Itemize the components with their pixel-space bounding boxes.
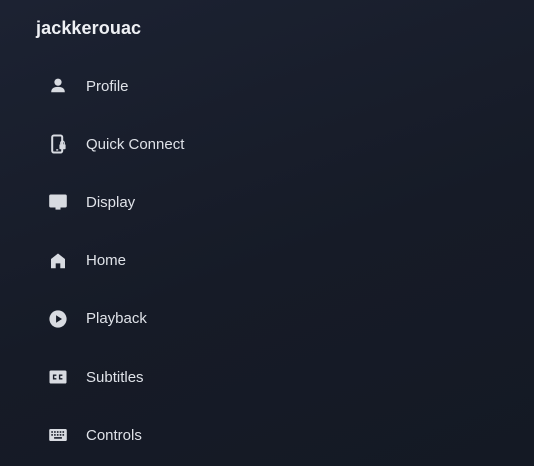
user-name: jackkerouac bbox=[36, 18, 142, 38]
menu-item-label: Quick Connect bbox=[86, 135, 185, 153]
menu-item-display[interactable]: Display bbox=[0, 173, 534, 231]
settings-menu: Profile Quick Connect Display Home Playb… bbox=[0, 57, 534, 464]
closed-caption-icon bbox=[48, 367, 68, 387]
menu-item-controls[interactable]: Controls bbox=[0, 406, 534, 464]
play-circle-icon bbox=[48, 309, 68, 329]
menu-item-home[interactable]: Home bbox=[0, 232, 534, 290]
menu-item-quick-connect[interactable]: Quick Connect bbox=[0, 115, 534, 173]
menu-item-label: Playback bbox=[86, 310, 147, 328]
settings-panel: jackkerouac Profile Quick Connect Displa… bbox=[0, 0, 534, 466]
keyboard-icon bbox=[48, 425, 68, 445]
menu-item-subtitles[interactable]: Subtitles bbox=[0, 348, 534, 406]
menu-item-label: Home bbox=[86, 252, 127, 270]
person-icon bbox=[48, 76, 68, 96]
menu-item-label: Subtitles bbox=[86, 368, 144, 386]
menu-item-label: Profile bbox=[86, 77, 129, 95]
home-icon bbox=[48, 251, 68, 271]
menu-item-profile[interactable]: Profile bbox=[0, 57, 534, 115]
monitor-icon bbox=[48, 192, 68, 212]
menu-item-label: Controls bbox=[86, 426, 142, 444]
phone-lock-icon bbox=[48, 134, 68, 154]
menu-item-label: Display bbox=[86, 193, 136, 211]
menu-item-playback[interactable]: Playback bbox=[0, 290, 534, 348]
